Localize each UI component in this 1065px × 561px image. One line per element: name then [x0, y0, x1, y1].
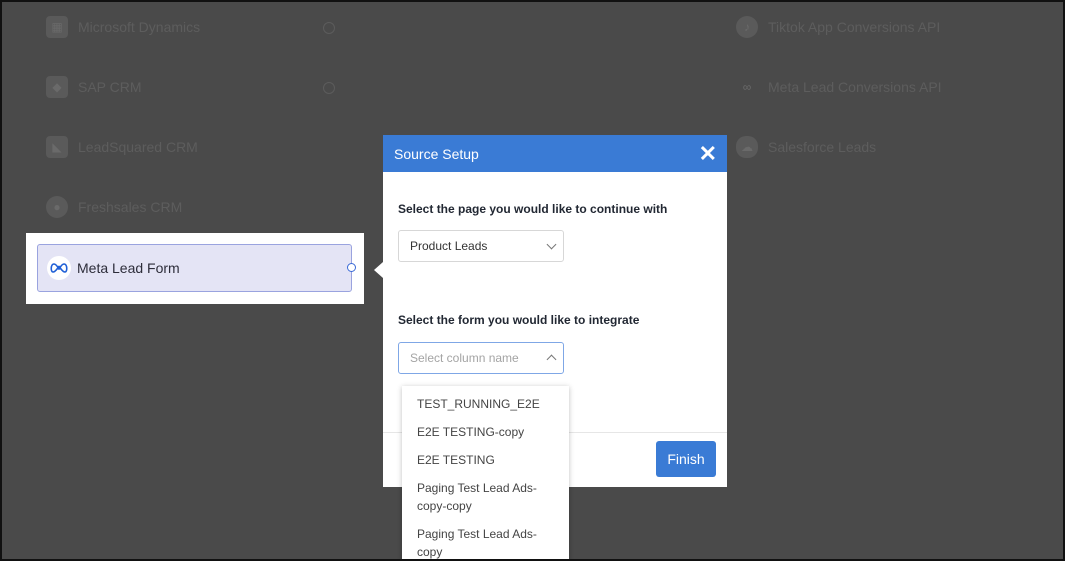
finish-button[interactable]: Finish: [656, 441, 716, 477]
info-icon: [323, 22, 335, 34]
dropdown-pointer: [426, 379, 440, 386]
integration-label: Freshsales CRM: [78, 199, 183, 215]
page-select[interactable]: Product Leads: [398, 230, 564, 262]
integration-label: Tiktok App Conversions API: [768, 19, 941, 35]
form-select[interactable]: Select column name: [398, 342, 564, 374]
integration-salesforce: ☁ Salesforce Leads: [736, 136, 876, 158]
integration-label: Microsoft Dynamics: [78, 19, 201, 35]
integration-label: LeadSquared CRM: [78, 139, 198, 155]
sap-icon: ◆: [46, 76, 68, 98]
form-options-dropdown: TEST_RUNNING_E2E E2E TESTING-copy E2E TE…: [402, 386, 569, 559]
dropdown-option[interactable]: Paging Test Lead Ads-copy-copy: [402, 474, 569, 520]
form-select-label: Select the form you would like to integr…: [398, 313, 640, 327]
source-card[interactable]: Meta Lead Form: [37, 244, 356, 292]
close-icon[interactable]: ✕: [699, 142, 717, 165]
modal-title: Source Setup: [394, 145, 479, 162]
integration-sap: ◆ SAP CRM: [46, 76, 142, 98]
page-select-value: Product Leads: [410, 239, 488, 253]
integration-label: Meta Lead Conversions API: [768, 79, 942, 95]
app-frame: ▦ Microsoft Dynamics ◆ SAP CRM ◣ LeadSqu…: [0, 0, 1065, 561]
dropdown-option[interactable]: Paging Test Lead Ads-copy: [402, 520, 569, 559]
modal-pointer: [374, 262, 383, 278]
salesforce-icon: ☁: [736, 136, 758, 158]
dropdown-option[interactable]: TEST_RUNNING_E2E: [402, 386, 569, 418]
page-select-label: Select the page you would like to contin…: [398, 202, 668, 216]
leadsquared-icon: ◣: [46, 136, 68, 158]
freshsales-icon: ●: [46, 196, 68, 218]
meta-icon: [47, 256, 71, 280]
connector-port[interactable]: [347, 263, 356, 272]
dropdown-option[interactable]: E2E TESTING-copy: [402, 418, 569, 446]
info-icon: [323, 82, 335, 94]
source-label: Meta Lead Form: [77, 260, 180, 276]
integration-freshsales: ● Freshsales CRM: [46, 196, 182, 218]
meta-icon: ∞: [742, 80, 752, 94]
microsoft-icon: ▦: [46, 16, 68, 38]
tiktok-icon: ♪: [736, 16, 758, 38]
source-card-container: Meta Lead Form: [26, 233, 364, 304]
chevron-down-icon: [546, 239, 557, 249]
dropdown-option[interactable]: E2E TESTING: [402, 446, 569, 474]
modal-header: Source Setup ✕: [383, 135, 727, 172]
integration-label: SAP CRM: [78, 79, 142, 95]
form-select-placeholder: Select column name: [410, 351, 519, 365]
integration-label: Salesforce Leads: [768, 139, 877, 155]
integration-microsoft: ▦ Microsoft Dynamics: [46, 16, 200, 38]
integration-leadsquared: ◣ LeadSquared CRM: [46, 136, 198, 158]
chevron-up-icon: [546, 354, 557, 365]
integration-tiktok: ♪ Tiktok App Conversions API: [736, 16, 940, 38]
integration-meta-conversions: ∞ Meta Lead Conversions API: [736, 76, 942, 98]
